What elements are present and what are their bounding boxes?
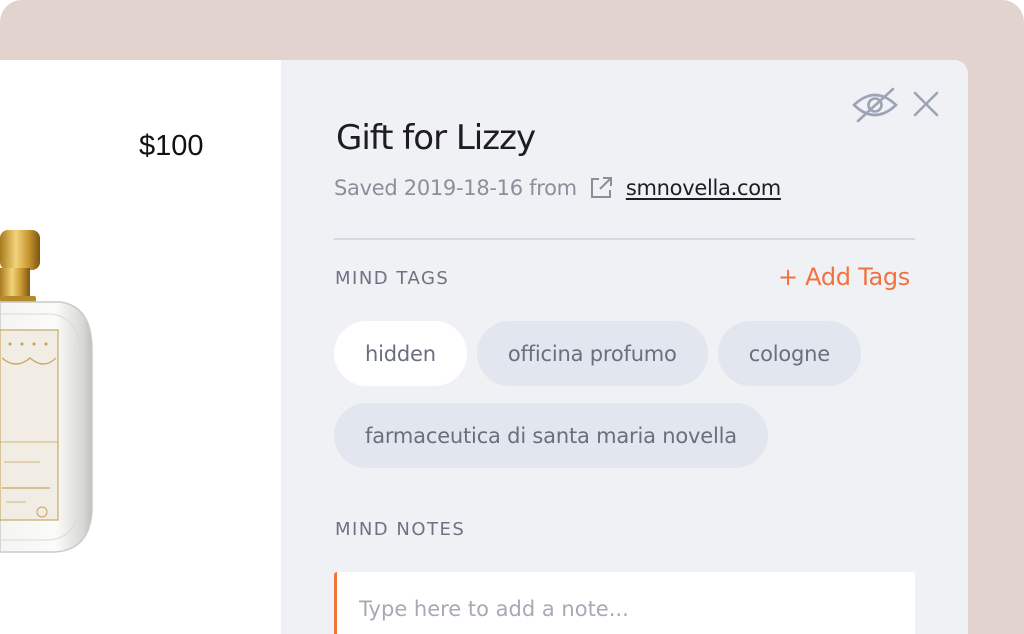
tag-chip-hidden[interactable]: hidden xyxy=(334,321,467,386)
perfume-bottle-image xyxy=(0,230,93,553)
source-site-link[interactable]: smnovella.com xyxy=(626,176,781,200)
item-detail-card: $100 Gift for Lizzy Saved 2019-18-16 fro… xyxy=(0,60,968,634)
tag-chip-farmaceutica[interactable]: farmaceutica di santa maria novella xyxy=(334,403,768,468)
note-box xyxy=(334,572,915,634)
external-link-icon[interactable] xyxy=(588,175,614,201)
product-pane: $100 xyxy=(0,60,281,634)
saved-meta: Saved 2019-18-16 from smnovella.com xyxy=(334,173,781,203)
tag-chip-officina-profumo[interactable]: officina profumo xyxy=(476,321,708,386)
tag-list: hidden officina profumo cologne farmaceu… xyxy=(334,321,924,468)
product-price: $100 xyxy=(139,130,204,162)
note-input[interactable] xyxy=(337,572,915,632)
add-tags-button[interactable]: + Add Tags xyxy=(778,263,910,291)
divider xyxy=(334,238,915,240)
tag-chip-cologne[interactable]: cologne xyxy=(717,321,861,386)
item-title: Gift for Lizzy xyxy=(336,118,536,158)
mind-notes-heading: MIND NOTES xyxy=(335,519,466,540)
close-icon[interactable] xyxy=(911,89,941,119)
details-panel: Gift for Lizzy Saved 2019-18-16 from smn… xyxy=(281,60,968,634)
eye-off-icon[interactable] xyxy=(852,86,898,124)
saved-date-text: Saved 2019-18-16 from xyxy=(334,176,577,200)
mind-tags-heading: MIND TAGS xyxy=(335,268,450,289)
